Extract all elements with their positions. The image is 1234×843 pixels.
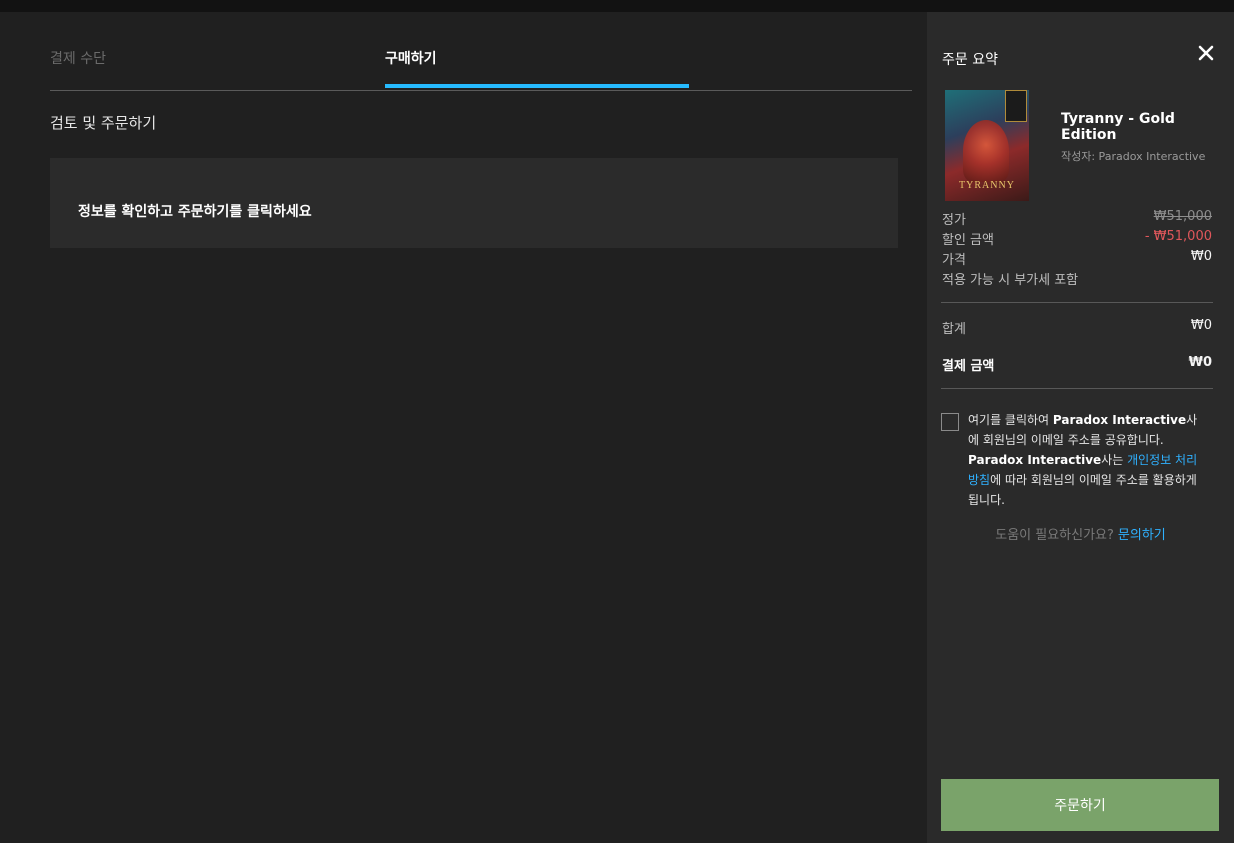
review-info-text: 정보를 확인하고 주문하기를 클릭하세요 <box>78 204 312 220</box>
subtotal-value: ₩0 <box>1190 318 1212 333</box>
price-label: 정가 <box>942 213 966 228</box>
price-value: ₩51,000 <box>1153 209 1212 224</box>
product-cover-image: TYRANNY <box>945 90 1029 201</box>
top-bar <box>0 0 1234 12</box>
close-icon[interactable] <box>1197 44 1215 62</box>
help-text: 도움이 필요하신가요? <box>995 528 1114 543</box>
discount-value: - ₩51,000 <box>1144 229 1212 244</box>
email-consent-text: 여기를 클릭하여 Paradox Interactive사에 회원님의 이메일 … <box>968 413 1198 507</box>
vat-note: 적용 가능 시 부가세 포함 <box>942 273 1079 288</box>
cover-badge <box>1005 90 1027 122</box>
contact-link[interactable]: 문의하기 <box>1118 528 1166 543</box>
discount-label: 할인 금액 <box>942 233 994 248</box>
step-payment-method[interactable]: 결제 수단 <box>50 48 106 68</box>
consent-company: Paradox Interactive <box>1052 413 1187 427</box>
consent-company: Paradox Interactive <box>968 453 1102 467</box>
step-purchase[interactable]: 구매하기 <box>385 48 437 68</box>
divider <box>941 388 1213 389</box>
payment-total-value: ₩0 <box>1188 355 1212 370</box>
final-price-label: 가격 <box>942 253 966 268</box>
place-order-button[interactable]: 주문하기 <box>941 779 1219 831</box>
active-step-indicator <box>385 84 689 88</box>
checkout-steps: 결제 수단 구매하기 <box>50 12 912 91</box>
payment-total-label: 결제 금액 <box>942 359 995 374</box>
email-consent-checkbox[interactable] <box>941 413 959 431</box>
subtotal-label: 합계 <box>942 322 966 337</box>
review-info-box: 정보를 확인하고 주문하기를 클릭하세요 <box>50 158 898 248</box>
help-section: 도움이 필요하신가요? 문의하기 <box>927 524 1234 543</box>
final-price-value: ₩0 <box>1190 249 1212 264</box>
review-title: 검토 및 주문하기 <box>50 114 157 132</box>
divider <box>941 302 1213 303</box>
order-summary-panel: 주문 요약 TYRANNY Tyranny - Gold Edition 작성자… <box>927 12 1234 843</box>
product-name: Tyranny - Gold Edition <box>1061 111 1175 143</box>
cover-art <box>963 120 1009 182</box>
product-publisher: 작성자: Paradox Interactive <box>1061 150 1206 163</box>
cover-title: TYRANNY <box>959 180 1015 191</box>
order-summary-title: 주문 요약 <box>942 52 998 68</box>
checkout-main: 결제 수단 구매하기 검토 및 주문하기 정보를 확인하고 주문하기를 클릭하세… <box>0 12 926 843</box>
